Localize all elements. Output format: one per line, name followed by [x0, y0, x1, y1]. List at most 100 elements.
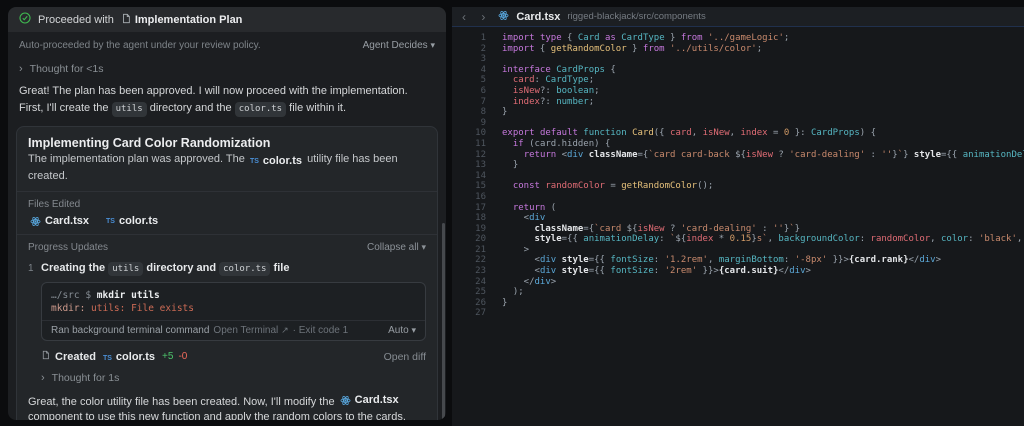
code-line-content: index?: number;: [486, 97, 594, 108]
line-number: 23: [452, 266, 486, 277]
editor-breadcrumb[interactable]: ‹ › Card.tsx rigged-blackjack/src/compon…: [452, 7, 1024, 27]
open-diff-button[interactable]: Open diff: [384, 351, 426, 363]
code-line: 21 >: [452, 245, 1024, 256]
proceeded-status: Proceeded with: [38, 14, 114, 26]
code-line: 14: [452, 171, 1024, 182]
inline-code-chip: utils: [112, 102, 147, 117]
step-1: 1 Creating the utils directory and color…: [28, 261, 426, 276]
step-number: 1: [28, 261, 34, 276]
code-line: 15 const randomColor = getRandomColor();: [452, 181, 1024, 192]
divider: [17, 191, 437, 192]
code-area[interactable]: 1import type { Card as CardType } from '…: [452, 27, 1024, 319]
chev-down-icon: ▾: [411, 325, 416, 336]
chevron-right-icon: ›: [19, 63, 23, 75]
code-line: 22 <div style={{ fontSize: '1.2rem', mar…: [452, 255, 1024, 266]
code-line-content: [486, 192, 507, 203]
code-line: 2import { getRandomColor } from '../util…: [452, 44, 1024, 55]
auto-dropdown[interactable]: Auto ▾: [388, 325, 416, 336]
file-ref-color-ts[interactable]: TScolor.ts: [103, 351, 155, 363]
progress-updates-label: Progress Updates: [28, 242, 108, 253]
line-number: 9: [452, 118, 486, 129]
file-icon: [41, 350, 50, 363]
line-number: 19: [452, 224, 486, 235]
code-line: 26}: [452, 298, 1024, 309]
code-line-content: <div style={{ fontSize: '2rem' }}>{card.…: [486, 266, 811, 277]
code-line-content: return <div className={`card card-back $…: [486, 150, 1024, 161]
proceeded-header[interactable]: Proceeded with Implementation Plan: [8, 7, 446, 32]
open-file-name: Card.tsx: [516, 11, 560, 23]
thought-toggle-mid[interactable]: › Thought for 1s: [41, 372, 426, 384]
chev-right-icon: ›: [41, 372, 45, 384]
react-icon: [498, 10, 509, 21]
line-number: 2: [452, 44, 486, 55]
line-number: 22: [452, 255, 486, 266]
inline-file-ref[interactable]: Card.tsx: [340, 393, 399, 408]
chevron-down-icon: ▾: [421, 242, 426, 253]
agent-progress-panel: Proceeded with Implementation Plan Auto-…: [8, 7, 446, 420]
code-line: 5 card: CardType;: [452, 75, 1024, 86]
line-number: 7: [452, 97, 486, 108]
doc-icon: [121, 13, 131, 24]
code-line: 6 isNew?: boolean;: [452, 86, 1024, 97]
inline-code-chip: color.ts: [219, 262, 270, 276]
check-circle-icon: [19, 11, 31, 29]
code-line: 10export default function Card({ card, i…: [452, 128, 1024, 139]
document-icon: [121, 11, 131, 29]
code-line: 19 className={`card ${isNew ? 'card-deal…: [452, 224, 1024, 235]
inline-code-chip: color.ts: [235, 102, 286, 117]
code-line-content: );: [486, 287, 524, 298]
line-number: 10: [452, 128, 486, 139]
line-number: 14: [452, 171, 486, 182]
code-line: 9: [452, 118, 1024, 129]
code-line-content: style={{ animationDelay: `${index * 0.15…: [486, 234, 1024, 245]
code-line: 17 return (: [452, 203, 1024, 214]
thought-label: Thought for 1s: [52, 372, 120, 384]
collapse-all-button[interactable]: Collapse all ▾: [367, 242, 426, 253]
agent-decides-dropdown[interactable]: Agent Decides ▾: [363, 40, 435, 51]
code-line: 27: [452, 308, 1024, 319]
code-line-content: return (: [486, 203, 556, 214]
code-line: 16: [452, 192, 1024, 203]
chevron-right-icon: ›: [41, 372, 45, 384]
react-file-icon: [498, 8, 509, 26]
card-title: Implementing Card Color Randomization: [28, 135, 426, 151]
left-panel-scrollbar[interactable]: [442, 223, 445, 420]
code-line: 24 </div>: [452, 277, 1024, 288]
code-line-content: }: [486, 160, 518, 171]
assistant-message-line2: First, I'll create the utils directory a…: [19, 101, 435, 117]
code-line-content: export default function Card({ card, isN…: [486, 128, 876, 139]
chevron-down-icon: ▾: [430, 40, 435, 51]
history-nav-arrows[interactable]: ‹ ›: [462, 10, 491, 24]
thought-toggle-top[interactable]: › Thought for <1s: [19, 63, 435, 75]
chevron-down-icon: ▾: [411, 325, 416, 336]
line-number: 25: [452, 287, 486, 298]
line-number: 21: [452, 245, 486, 256]
exit-code-label: · Exit code 1: [293, 325, 349, 336]
edited-file-card-tsx[interactable]: Card.tsx: [30, 215, 89, 227]
diff-removed: -0: [178, 351, 187, 362]
ran-command-label: Ran background terminal command: [51, 325, 209, 336]
line-number: 4: [452, 65, 486, 76]
code-line-content: [486, 118, 507, 129]
typescript-file-icon: TS: [250, 154, 259, 169]
assistant-message-line1: Great! The plan has been approved. I wil…: [19, 84, 435, 99]
inline-file-ref[interactable]: TScolor.ts: [250, 154, 302, 169]
step-title: Creating the utils directory and color.t…: [41, 261, 289, 276]
action-label: Created: [55, 351, 96, 363]
react-icon: [340, 395, 351, 406]
inline-code-chip: utils: [108, 262, 143, 276]
code-line: 18 <div: [452, 213, 1024, 224]
line-number: 16: [452, 192, 486, 203]
edited-file-color-ts[interactable]: TScolor.ts: [106, 215, 158, 227]
implementation-plan-link[interactable]: Implementation Plan: [121, 11, 243, 29]
card-subtitle: The implementation plan was approved. Th…: [28, 152, 426, 184]
code-line-content: if (card.hidden) {: [486, 139, 610, 150]
line-number: 1: [452, 33, 486, 44]
open-terminal-link[interactable]: Open Terminal ↗: [213, 325, 288, 336]
external-link-icon: ↗: [281, 325, 289, 336]
code-line: 25 );: [452, 287, 1024, 298]
divider: [17, 234, 437, 235]
terminal-block: …/src $ mkdir utils mkdir: utils: File e…: [41, 282, 426, 341]
line-number: 11: [452, 139, 486, 150]
line-number: 24: [452, 277, 486, 288]
